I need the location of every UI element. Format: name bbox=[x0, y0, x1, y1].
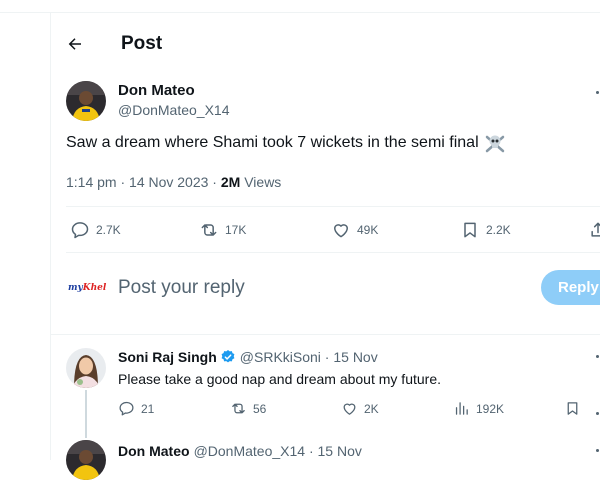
divider bbox=[66, 206, 600, 207]
bookmark-action[interactable]: 2.2K bbox=[460, 220, 511, 240]
reply-button[interactable]: Reply bbox=[541, 270, 600, 305]
repost-count: 56 bbox=[253, 401, 267, 416]
bookmark-count: 2.2K bbox=[486, 223, 511, 237]
repost-icon bbox=[232, 403, 245, 414]
reply-input[interactable]: Post your reply bbox=[118, 277, 245, 299]
like-icon bbox=[343, 403, 356, 415]
thread-line bbox=[85, 390, 87, 438]
tweet-text: Saw a dream where Shami took 7 wickets i… bbox=[66, 134, 479, 151]
repost-count: 17K bbox=[225, 223, 247, 237]
user-avatar-logo[interactable]: myKhel bbox=[68, 283, 106, 293]
reply-icon bbox=[71, 222, 89, 239]
like-count: 2K bbox=[364, 401, 379, 416]
verified-badge-icon bbox=[221, 350, 235, 363]
divider bbox=[66, 252, 600, 253]
repost-action[interactable]: 56 bbox=[230, 400, 266, 417]
reply-handle-time[interactable]: @DonMateo_X14 · 15 Nov bbox=[194, 443, 362, 459]
reply-avatar[interactable] bbox=[66, 440, 106, 480]
more-icon[interactable] bbox=[596, 449, 599, 452]
reply-text: Please take a good nap and dream about m… bbox=[118, 371, 441, 387]
author-avatar[interactable] bbox=[66, 81, 106, 121]
more-icon[interactable] bbox=[596, 91, 599, 94]
reply-header: Don Mateo @DonMateo_X14 · 15 Nov bbox=[118, 443, 362, 459]
skull-emoji-icon bbox=[485, 135, 504, 153]
post-header: Post bbox=[66, 30, 162, 58]
tweet-text-row: Saw a dream where Shami took 7 wickets i… bbox=[66, 133, 505, 153]
like-icon bbox=[334, 224, 348, 238]
reply-avatar[interactable] bbox=[66, 348, 106, 388]
bookmark-action[interactable] bbox=[564, 400, 587, 417]
author-info: Don Mateo @DonMateo_X14 bbox=[118, 82, 230, 118]
reply-action[interactable]: 21 bbox=[118, 400, 154, 417]
like-action[interactable]: 2K bbox=[341, 400, 379, 417]
reply-count: 21 bbox=[141, 401, 155, 416]
share-icon[interactable] bbox=[596, 412, 599, 415]
bookmark-icon bbox=[464, 222, 476, 238]
top-divider bbox=[0, 12, 600, 13]
divider bbox=[50, 334, 600, 335]
repost-action[interactable]: 17K bbox=[199, 220, 246, 240]
back-arrow-icon[interactable] bbox=[66, 35, 84, 53]
bookmark-icon bbox=[567, 402, 578, 415]
views-icon bbox=[455, 402, 468, 415]
views-count: 2M bbox=[220, 174, 241, 190]
like-count: 49K bbox=[357, 223, 379, 237]
reply-header: Soni Raj Singh @SRKkiSoni · 15 Nov bbox=[118, 349, 378, 365]
column-border bbox=[50, 12, 51, 460]
more-icon[interactable] bbox=[596, 355, 599, 358]
author-name[interactable]: Don Mateo bbox=[118, 82, 230, 99]
repost-icon bbox=[201, 224, 217, 236]
tweet-meta: 1:14 pm · 14 Nov 2023 · 2M Views bbox=[66, 174, 281, 190]
reply-author-name[interactable]: Soni Raj Singh bbox=[118, 349, 217, 365]
reply-count: 2.7K bbox=[96, 223, 121, 237]
tweet-time[interactable]: 1:14 pm · 14 Nov 2023 · bbox=[66, 174, 221, 190]
reply-icon bbox=[119, 401, 134, 416]
views-action[interactable]: 192K bbox=[453, 400, 504, 417]
page-title: Post bbox=[121, 33, 163, 54]
views-label: Views bbox=[240, 174, 282, 190]
views-count: 192K bbox=[476, 401, 505, 416]
reply-author-name[interactable]: Don Mateo bbox=[118, 443, 190, 459]
like-action[interactable]: 49K bbox=[331, 220, 378, 240]
share-action[interactable] bbox=[588, 220, 600, 240]
share-icon bbox=[591, 222, 600, 237]
reply-handle-time[interactable]: @SRKkiSoni · 15 Nov bbox=[240, 349, 378, 365]
author-handle[interactable]: @DonMateo_X14 bbox=[118, 102, 230, 118]
reply-action[interactable]: 2.7K bbox=[70, 220, 121, 240]
